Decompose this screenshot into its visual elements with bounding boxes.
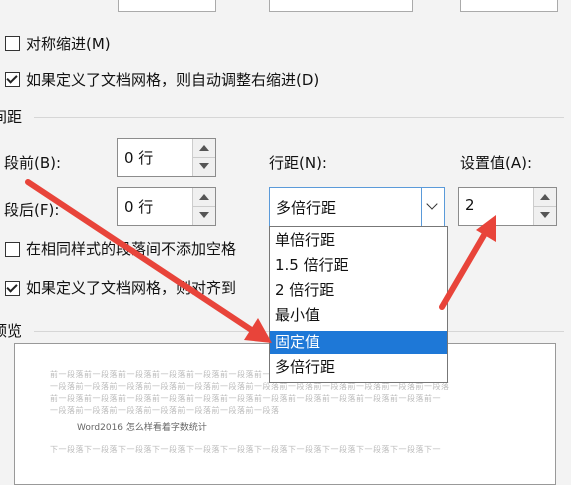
dropdown-item-at-least[interactable]: 最小值	[270, 304, 447, 327]
set-value-down-button[interactable]	[534, 206, 556, 224]
space-before-spinner[interactable]: 0 行	[117, 138, 216, 177]
space-after-label: 段后(F):	[4, 201, 60, 219]
mirror-indents-label: 对称缩进(M)	[26, 35, 111, 53]
space-before-value: 0 行	[124, 149, 154, 167]
auto-adjust-right-indent-checkbox[interactable]	[5, 72, 20, 87]
dropdown-item-double[interactable]: 2 倍行距	[270, 279, 447, 302]
mirror-indents-checkbox[interactable]	[5, 36, 20, 51]
line-spacing-label: 行距(N):	[269, 154, 327, 172]
snap-to-grid-label: 如果定义了文档网格，则对齐到	[26, 279, 237, 297]
indent-left-field[interactable]	[118, 0, 216, 12]
preview-prev-line: 前一段落前一段落前一段落前一段落前一段落前一段落前一段落前一段落前一段落前一段落…	[50, 394, 441, 403]
dropdown-item-exactly[interactable]: 固定值	[270, 331, 447, 354]
space-before-label: 段前(B):	[4, 154, 62, 172]
spacing-section-title: 间距	[0, 108, 23, 126]
dropdown-item-multiple[interactable]: 多倍行距	[270, 356, 447, 379]
line-spacing-select[interactable]: 多倍行距	[269, 187, 445, 227]
set-value-value: 2	[465, 196, 475, 214]
space-after-up-button[interactable]	[193, 188, 215, 207]
dropdown-item-single[interactable]: 单倍行距	[270, 229, 447, 252]
space-before-down-button[interactable]	[193, 157, 215, 175]
space-after-spinner[interactable]: 0 行	[117, 187, 216, 226]
indent-right-field[interactable]	[269, 0, 413, 12]
space-before-buttons	[192, 139, 215, 176]
spacing-divider	[34, 117, 564, 118]
space-after-value: 0 行	[124, 198, 154, 216]
auto-adjust-right-indent-label: 如果定义了文档网格，则自动调整右缩进(D)	[26, 71, 320, 89]
set-value-up-button[interactable]	[534, 188, 556, 207]
line-spacing-value: 多倍行距	[276, 199, 337, 217]
no-space-same-style-checkbox[interactable]	[5, 242, 20, 257]
indent-by-field[interactable]	[460, 0, 558, 12]
preview-next-line: 下一段落下一段落下一段落下一段落下一段落下一段落下一段落下一段落下一段落下一段落…	[50, 445, 441, 454]
space-after-down-button[interactable]	[193, 206, 215, 224]
space-before-up-button[interactable]	[193, 139, 215, 158]
space-after-buttons	[192, 188, 215, 225]
no-space-same-style-label: 在相同样式的段落间不添加空格	[26, 240, 237, 258]
dropdown-item-1-5[interactable]: 1.5 倍行距	[270, 254, 447, 277]
set-value-spinner[interactable]: 2	[458, 187, 557, 226]
preview-section-title: 预览	[0, 322, 23, 340]
snap-to-grid-checkbox[interactable]	[5, 281, 20, 296]
chevron-down-icon[interactable]	[421, 188, 444, 226]
arrow-to-set-value	[439, 227, 490, 310]
set-value-label: 设置值(A):	[460, 154, 533, 172]
preview-sample-text: Word2016 怎么样看着字数统计	[77, 423, 207, 433]
preview-prev-line: 一段落前一段落前一段落前一段落前一段落前一段落前一段落	[50, 406, 280, 415]
set-value-buttons	[533, 188, 556, 225]
line-spacing-dropdown[interactable]: 单倍行距 1.5 倍行距 2 倍行距 最小值 固定值 多倍行距	[269, 226, 448, 383]
